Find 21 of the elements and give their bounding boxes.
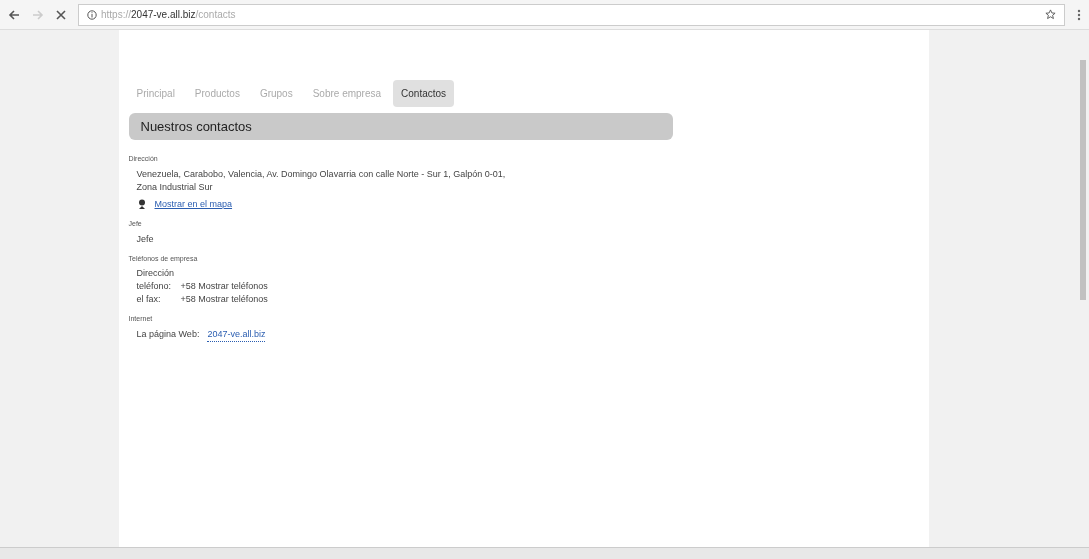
map-pin-icon xyxy=(136,198,147,210)
phone-label: teléfono: xyxy=(136,280,173,293)
star-icon[interactable] xyxy=(1045,9,1056,20)
phone-value[interactable]: +58 Mostrar teléfonos xyxy=(180,280,268,293)
address-bar[interactable]: https://2047-ve.all.biz/contacts xyxy=(78,3,1065,26)
map-link[interactable]: Mostrar en el mapa xyxy=(154,197,233,211)
back-icon[interactable] xyxy=(8,8,20,21)
detail-text: Jefe xyxy=(136,232,155,246)
website-link[interactable]: 2047-ve.all.biz xyxy=(207,327,266,342)
web-label: La página Web: xyxy=(136,327,200,341)
phone-label: el fax: xyxy=(136,293,162,306)
detail-text: Venezuela, Carabobo, Valencia, Av. Domingo Olavarria con calle Norte - Sur 1, Galpón 0-01, Zona Industrial Sur xyxy=(136,167,507,194)
info-icon xyxy=(87,9,97,20)
section-heading: Nuestros contactos xyxy=(128,113,673,140)
url-text: https://2047-ve.all.biz/contacts xyxy=(101,8,236,22)
scrollbar-thumb[interactable] xyxy=(1080,60,1086,300)
detail-text: Dirección xyxy=(136,267,175,280)
close-icon[interactable] xyxy=(56,9,66,20)
phone-value[interactable]: +58 Mostrar teléfonos xyxy=(180,293,268,306)
nav-tab[interactable]: Contactos xyxy=(393,80,455,107)
menu-icon[interactable] xyxy=(1077,8,1081,21)
